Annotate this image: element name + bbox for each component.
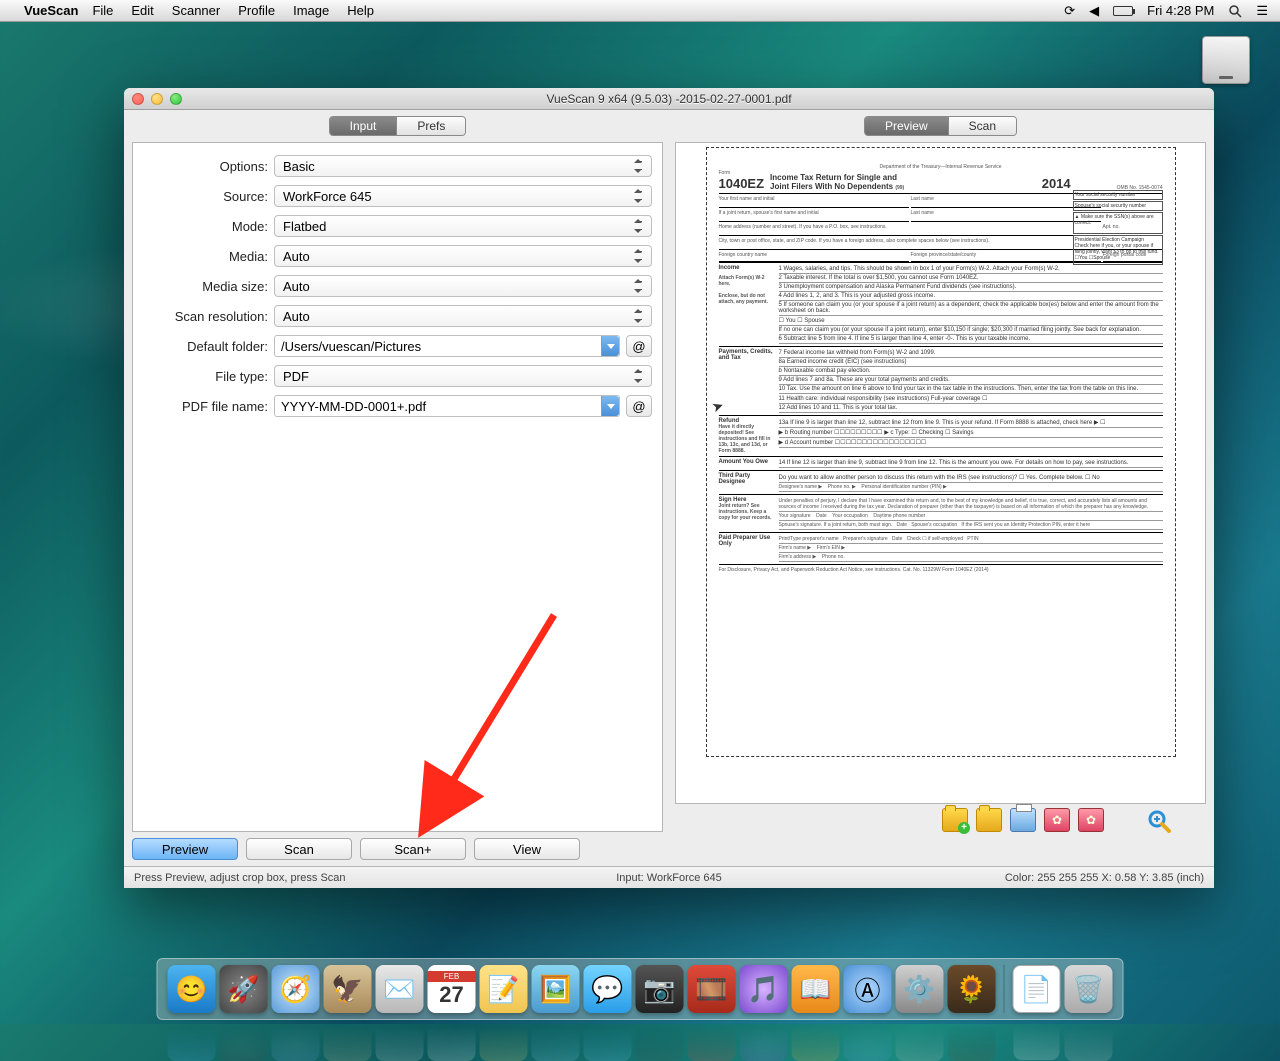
- tab-scan[interactable]: Scan: [948, 117, 1016, 135]
- source-label: Source:: [143, 189, 268, 204]
- media-size-label: Media size:: [143, 279, 268, 294]
- titlebar[interactable]: VueScan 9 x64 (9.5.03) -2015-02-27-0001.…: [124, 88, 1214, 110]
- new-folder-icon[interactable]: [942, 808, 968, 832]
- scan-resolution-select[interactable]: Auto: [274, 305, 652, 327]
- menu-help[interactable]: Help: [347, 3, 374, 18]
- default-folder-input[interactable]: /Users/vuescan/Pictures: [274, 335, 620, 357]
- open-folder-icon[interactable]: [976, 808, 1002, 832]
- mode-label: Mode:: [143, 219, 268, 234]
- media-label: Media:: [143, 249, 268, 264]
- zoom-in-icon[interactable]: [1146, 808, 1172, 832]
- pdf-filename-input[interactable]: YYYY-MM-DD-0001+.pdf: [274, 395, 620, 417]
- close-button[interactable]: [132, 93, 144, 105]
- tab-input[interactable]: Input: [330, 117, 397, 135]
- dock-calendar-icon[interactable]: FEB 27: [428, 965, 476, 1013]
- status-hint: Press Preview, adjust crop box, press Sc…: [134, 872, 346, 884]
- window-title: VueScan 9 x64 (9.5.03) -2015-02-27-0001.…: [546, 92, 791, 106]
- options-label: Options:: [143, 159, 268, 174]
- dock: 😊 🚀 🧭 🦅 ✉️ FEB 27 📝 🖼️ 💬 📷 🎞️ 🎵 📖 Ⓐ ⚙️ 🌻…: [157, 958, 1124, 1020]
- view-button[interactable]: View: [474, 838, 580, 860]
- scan-plus-button[interactable]: Scan+: [360, 838, 466, 860]
- dock-trash-icon[interactable]: 🗑️: [1065, 965, 1113, 1013]
- spotlight-icon[interactable]: [1228, 4, 1242, 18]
- right-pane: Preview Scan ➤ Department of the Treasur…: [675, 116, 1206, 832]
- left-pane: Input Prefs Options: Basic Source: WorkF…: [132, 116, 663, 832]
- media-size-select[interactable]: Auto: [274, 275, 652, 297]
- dock-photobooth-icon[interactable]: 🎞️: [688, 965, 736, 1013]
- menu-image[interactable]: Image: [293, 3, 329, 18]
- preview-area[interactable]: ➤ Department of the Treasury—Internal Re…: [675, 142, 1206, 804]
- dock-messages-icon[interactable]: 💬: [584, 965, 632, 1013]
- battery-icon[interactable]: [1113, 6, 1133, 16]
- pdf-filename-label: PDF file name:: [143, 399, 268, 414]
- menu-file[interactable]: File: [92, 3, 113, 18]
- dock-appstore-icon[interactable]: Ⓐ: [844, 965, 892, 1013]
- print-icon[interactable]: [1010, 808, 1036, 832]
- dock-notes-icon[interactable]: 📝: [480, 965, 528, 1013]
- source-select[interactable]: WorkForce 645: [274, 185, 652, 207]
- dock-ibooks-icon[interactable]: 📖: [792, 965, 840, 1013]
- file-type-label: File type:: [143, 369, 268, 384]
- menu-profile[interactable]: Profile: [238, 3, 275, 18]
- mode-select[interactable]: Flatbed: [274, 215, 652, 237]
- default-folder-label: Default folder:: [143, 339, 268, 354]
- dock-itunes-icon[interactable]: 🎵: [740, 965, 788, 1013]
- dock-safari-icon[interactable]: 🧭: [272, 965, 320, 1013]
- preview-toolbar: [675, 804, 1206, 832]
- status-input: Input: WorkForce 645: [616, 872, 722, 884]
- dock-document-icon[interactable]: 📄: [1013, 965, 1061, 1013]
- file-type-select[interactable]: PDF: [274, 365, 652, 387]
- dock-finder-icon[interactable]: 😊: [168, 965, 216, 1013]
- dock-app-icon[interactable]: 🦅: [324, 965, 372, 1013]
- vuescan-window: VueScan 9 x64 (9.5.03) -2015-02-27-0001.…: [124, 88, 1214, 888]
- rotate-right-icon[interactable]: [1078, 808, 1104, 832]
- menu-scanner[interactable]: Scanner: [172, 3, 220, 18]
- volume-icon[interactable]: ◀: [1089, 3, 1099, 19]
- pdf-filename-at-button[interactable]: @: [626, 395, 652, 417]
- bottom-button-bar: Preview Scan Scan+ View: [124, 832, 1214, 866]
- macintosh-hd-icon[interactable]: [1202, 36, 1250, 84]
- minimize-button[interactable]: [151, 93, 163, 105]
- dock-preview-icon[interactable]: 🖼️: [532, 965, 580, 1013]
- menu-edit[interactable]: Edit: [131, 3, 153, 18]
- input-form: Options: Basic Source: WorkForce 645 Mod…: [132, 142, 663, 832]
- scan-button[interactable]: Scan: [246, 838, 352, 860]
- right-tabs: Preview Scan: [864, 116, 1017, 136]
- preview-button[interactable]: Preview: [132, 838, 238, 860]
- scan-resolution-label: Scan resolution:: [143, 309, 268, 324]
- dock-vuescan-icon[interactable]: 🌻: [948, 965, 996, 1013]
- dock-settings-icon[interactable]: ⚙️: [896, 965, 944, 1013]
- tab-preview[interactable]: Preview: [865, 117, 948, 135]
- media-select[interactable]: Auto: [274, 245, 652, 267]
- rotate-left-icon[interactable]: [1044, 808, 1070, 832]
- dock-mail-icon[interactable]: ✉️: [376, 965, 424, 1013]
- tab-prefs[interactable]: Prefs: [396, 117, 465, 135]
- app-name[interactable]: VueScan: [24, 3, 78, 18]
- status-bar: Press Preview, adjust crop box, press Sc…: [124, 866, 1214, 888]
- dock-facetime-icon[interactable]: 📷: [636, 965, 684, 1013]
- sync-icon[interactable]: ⟳: [1064, 3, 1075, 19]
- status-coords: Color: 255 255 255 X: 0.58 Y: 3.85 (inch…: [1005, 872, 1204, 884]
- menubar: VueScan File Edit Scanner Profile Image …: [0, 0, 1280, 22]
- options-select[interactable]: Basic: [274, 155, 652, 177]
- dock-launchpad-icon[interactable]: 🚀: [220, 965, 268, 1013]
- clock[interactable]: Fri 4:28 PM: [1147, 3, 1214, 18]
- dock-separator: [1004, 965, 1005, 1013]
- left-tabs: Input Prefs: [329, 116, 467, 136]
- zoom-button[interactable]: [170, 93, 182, 105]
- scanned-document: ➤ Department of the Treasury—Internal Re…: [706, 147, 1176, 757]
- default-folder-at-button[interactable]: @: [626, 335, 652, 357]
- notification-center-icon[interactable]: ☰: [1256, 3, 1268, 19]
